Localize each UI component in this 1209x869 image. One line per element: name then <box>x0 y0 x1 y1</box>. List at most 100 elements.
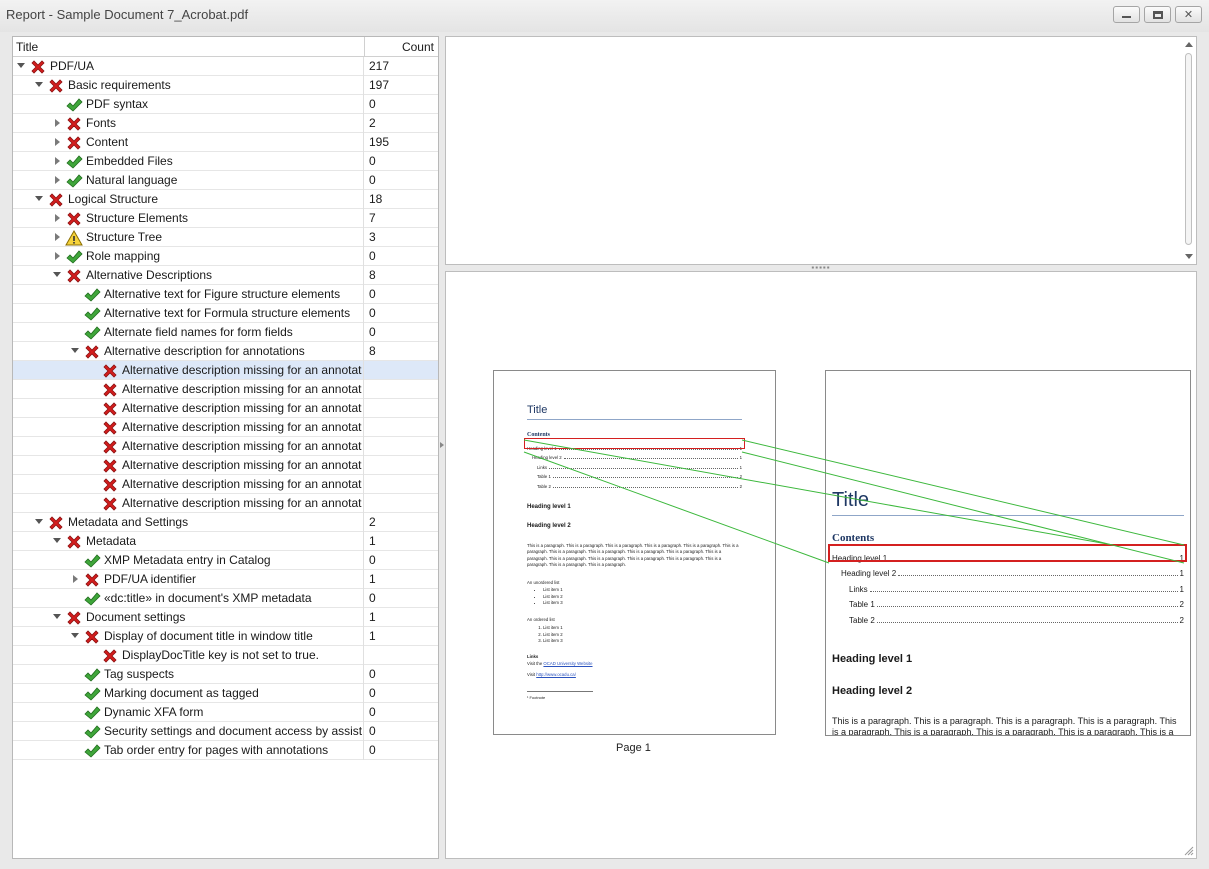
tree-row-count: 8 <box>369 268 376 282</box>
tree-row-label: Structure Tree <box>86 230 163 244</box>
tree-row-label: Alternative description missing for an a… <box>122 496 362 510</box>
tree-row[interactable]: PDF syntax 0 <box>13 95 438 114</box>
tree-row[interactable]: DisplayDocTitle key is not set to true. <box>13 646 438 665</box>
tree-row[interactable]: Alternative description missing for an a… <box>13 361 438 380</box>
thumb-link1[interactable]: OCAD University Website <box>543 661 592 666</box>
tree-row[interactable]: Metadata and Settings 2 <box>13 513 438 532</box>
toc-entry[interactable]: Table 12 <box>832 594 1184 609</box>
thumb-link2[interactable]: http://www.ocadu.ca/ <box>536 672 576 677</box>
collapse-arrow-icon[interactable] <box>35 518 43 526</box>
resize-grip-icon[interactable] <box>1184 846 1194 856</box>
expand-arrow-icon[interactable] <box>71 575 79 583</box>
tree-row[interactable]: Tab order entry for pages with annotatio… <box>13 741 438 760</box>
tree-row[interactable]: Marking document as tagged 0 <box>13 684 438 703</box>
expand-arrow-icon[interactable] <box>53 252 61 260</box>
tree-row[interactable]: Alternative description missing for an a… <box>13 380 438 399</box>
maximize-button[interactable] <box>1144 6 1171 23</box>
tree-row[interactable]: Alternative description missing for an a… <box>13 494 438 513</box>
tree-row[interactable]: Tag suspects 0 <box>13 665 438 684</box>
details-scrollbar[interactable] <box>1182 37 1196 264</box>
tree-row[interactable]: Natural language 0 <box>13 171 438 190</box>
expand-arrow-icon[interactable] <box>53 176 61 184</box>
tree-row-label: Tag suspects <box>104 667 175 681</box>
thumb-h1: Heading level 1 <box>527 504 571 510</box>
tree-row[interactable]: Alternative description missing for an a… <box>13 437 438 456</box>
tree-row[interactable]: Security settings and document access by… <box>13 722 438 741</box>
minimize-button[interactable] <box>1113 6 1140 23</box>
tree-row[interactable]: Dynamic XFA form 0 <box>13 703 438 722</box>
tree-row-label: Alternative description missing for an a… <box>122 401 362 415</box>
tree-row[interactable]: PDF/UA 217 <box>13 57 438 76</box>
tree-row[interactable]: Fonts 2 <box>13 114 438 133</box>
tree-row[interactable]: Alternative description missing for an a… <box>13 475 438 494</box>
page-thumbnail[interactable]: Title Contents Heading level 1 1 Heading l… <box>493 370 776 735</box>
tree-row[interactable]: Logical Structure 18 <box>13 190 438 209</box>
tree-row[interactable]: Structure Tree 3 <box>13 228 438 247</box>
tree-row-count: 0 <box>369 724 376 738</box>
tree-row[interactable]: Document settings 1 <box>13 608 438 627</box>
tree-row-title-cell: Alternative Descriptions <box>13 266 364 285</box>
collapse-arrow-icon[interactable] <box>53 271 61 279</box>
report-tree[interactable]: Title Count PDF/UA 217 Basic requirements 1… <box>12 36 439 859</box>
tree-row[interactable]: Alternative description missing for an a… <box>13 399 438 418</box>
tree-row[interactable]: Alternative description missing for an a… <box>13 456 438 475</box>
toc-entry[interactable]: Links 1 <box>527 460 742 470</box>
expand-arrow-icon[interactable] <box>53 138 61 146</box>
tree-row[interactable]: Alternate field names for form fields 0 <box>13 323 438 342</box>
tree-row[interactable]: Alternative Descriptions 8 <box>13 266 438 285</box>
tree-row[interactable]: Alternative description for annotations 8 <box>13 342 438 361</box>
toc-entry[interactable]: Table 12 <box>527 470 742 479</box>
toc-leader-dots <box>869 590 1178 592</box>
collapse-arrow-icon[interactable] <box>35 195 43 203</box>
tree-row[interactable]: Basic requirements 197 <box>13 76 438 95</box>
toc-entry[interactable]: Table 2 2 <box>832 609 1184 625</box>
tree-row-title-cell: Metadata <box>13 532 364 551</box>
tree-row[interactable]: Embedded Files 0 <box>13 152 438 171</box>
tree-row[interactable]: XMP Metadata entry in Catalog 0 <box>13 551 438 570</box>
toc-entry[interactable]: Links 1 <box>832 578 1184 594</box>
tree-row[interactable]: Display of document title in window titl… <box>13 627 438 646</box>
tree-row[interactable]: «dc:title» in document's XMP metadata 0 <box>13 589 438 608</box>
check-icon <box>83 704 101 722</box>
check-icon <box>65 96 83 114</box>
horizontal-splitter[interactable]: ▪▪▪▪▪ <box>445 264 1197 272</box>
tree-row[interactable]: Alternative text for Figure structure el… <box>13 285 438 304</box>
tree-row[interactable]: Alternative text for Formula structure e… <box>13 304 438 323</box>
check-icon <box>83 286 101 304</box>
collapse-arrow-icon[interactable] <box>35 81 43 89</box>
list-item: List item 3 <box>543 600 563 607</box>
window-titlebar: Report - Sample Document 7_Acrobat.pdf ✕ <box>0 0 1209 32</box>
close-button[interactable]: ✕ <box>1175 6 1202 23</box>
column-divider[interactable] <box>364 37 365 57</box>
scroll-up-icon[interactable] <box>1185 42 1193 47</box>
expand-arrow-icon[interactable] <box>53 233 61 241</box>
toc-entry[interactable]: Table 2 2 <box>527 479 742 489</box>
collapse-arrow-icon[interactable] <box>71 347 79 355</box>
expand-arrow-icon[interactable] <box>53 157 61 165</box>
collapse-arrow-icon[interactable] <box>53 537 61 545</box>
error-x-icon <box>65 609 83 627</box>
scroll-down-icon[interactable] <box>1185 254 1193 259</box>
collapse-arrow-icon[interactable] <box>53 613 61 621</box>
zoom-paragraph: This is a paragraph. This is a paragraph… <box>832 716 1177 736</box>
tree-row[interactable]: Metadata 1 <box>13 532 438 551</box>
collapse-arrow-icon[interactable] <box>71 632 79 640</box>
scroll-thumb[interactable] <box>1185 53 1192 245</box>
collapse-arrow-icon[interactable] <box>17 62 25 70</box>
column-header-title[interactable]: Title <box>16 40 38 54</box>
tree-row[interactable]: Structure Elements 7 <box>13 209 438 228</box>
tree-row[interactable]: Alternative description missing for an a… <box>13 418 438 437</box>
tree-row[interactable]: Content 195 <box>13 133 438 152</box>
tree-row-title-cell: Natural language <box>13 171 364 190</box>
expand-arrow-icon[interactable] <box>53 214 61 222</box>
tree-row[interactable]: PDF/UA identifier 1 <box>13 570 438 589</box>
zoom-highlight-box <box>828 544 1187 562</box>
toc-entry[interactable]: Heading level 21 <box>527 451 742 460</box>
expand-arrow-icon[interactable] <box>53 119 61 127</box>
error-x-icon <box>83 628 101 646</box>
toc-entry-text: Links <box>849 584 868 594</box>
tree-row[interactable]: Role mapping 0 <box>13 247 438 266</box>
toc-entry[interactable]: Heading level 21 <box>832 563 1184 578</box>
column-header-count[interactable]: Count <box>402 40 434 54</box>
toc-leader-dots <box>876 621 1178 623</box>
